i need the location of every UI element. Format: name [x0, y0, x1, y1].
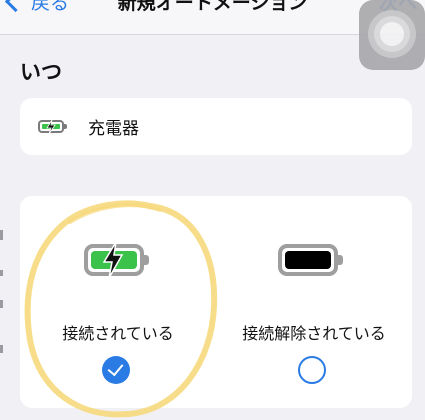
- edge-mark: [0, 345, 3, 353]
- radio-selected[interactable]: [102, 356, 130, 384]
- assistive-touch-center: [380, 22, 404, 46]
- battery-fill: [285, 251, 331, 269]
- edge-mark: [0, 300, 3, 308]
- option-disconnected[interactable]: 接続解除されている: [216, 196, 412, 408]
- battery-icon: [278, 244, 343, 276]
- checkmark-icon: [107, 359, 124, 377]
- option-label: 接続されている: [62, 324, 174, 343]
- option-connected[interactable]: 接続されている: [20, 196, 216, 408]
- trigger-row-charger[interactable]: 充電器: [20, 98, 412, 155]
- edge-mark: [0, 270, 3, 276]
- connection-options-card: 接続されている 接続解除されている: [20, 196, 412, 408]
- bolt-icon: [102, 241, 124, 279]
- trigger-label: 充電器: [88, 119, 139, 139]
- assistive-touch-button[interactable]: [359, 0, 425, 70]
- charging-battery-icon: [38, 120, 67, 134]
- battery-terminal: [144, 255, 149, 265]
- section-title: いつ: [20, 60, 62, 84]
- charging-battery-icon: [84, 241, 149, 279]
- battery-terminal: [338, 255, 343, 265]
- radio-unselected[interactable]: [298, 356, 326, 384]
- automation-screen: 戻る 新規オートメーション 次へ いつ 充電器 接: [0, 0, 425, 420]
- bolt-icon: [46, 120, 56, 134]
- battery-terminal: [64, 124, 67, 129]
- option-label: 接続解除されている: [242, 324, 386, 343]
- edge-mark: [0, 230, 3, 240]
